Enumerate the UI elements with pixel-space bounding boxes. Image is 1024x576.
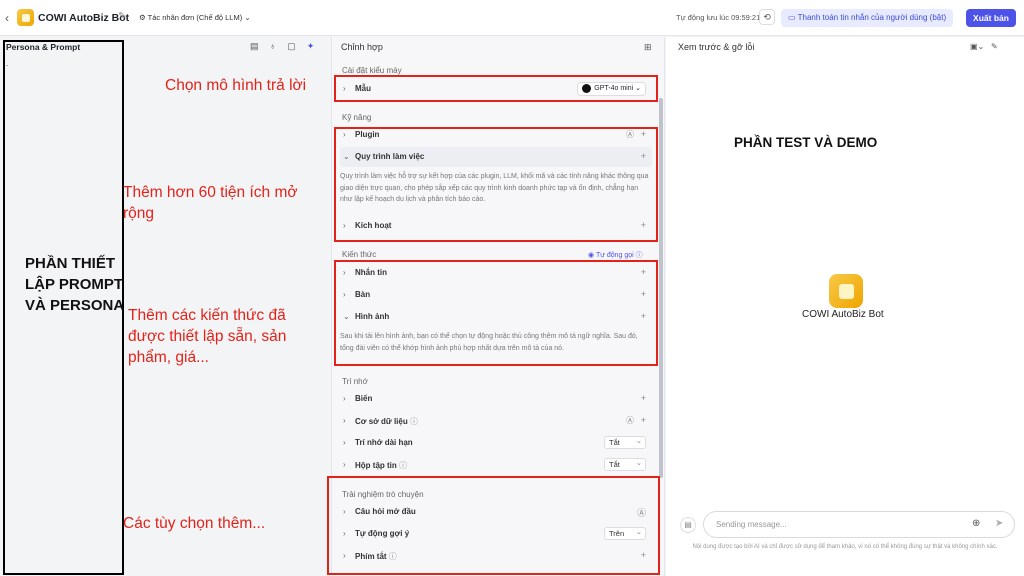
top-bar: ‹ COWI AutoBiz Bot ✎ ⚙ Tác nhân đơn (Chế… bbox=[0, 0, 1024, 36]
publish-button[interactable]: Xuất bản bbox=[966, 9, 1016, 27]
auto-icon[interactable]: Ⓐ bbox=[626, 415, 634, 426]
sync-button[interactable]: ▭ Thanh toán tin nhắn của người dùng (bậ… bbox=[781, 9, 954, 27]
highlight-knowledge bbox=[334, 260, 658, 366]
highlight-skills bbox=[334, 127, 658, 242]
preview-bot-name: COWI AutoBiz Bot bbox=[802, 309, 884, 320]
chevron-left-icon[interactable]: ‹ bbox=[5, 11, 9, 25]
annotation-more: Các tùy chọn thêm... bbox=[123, 515, 266, 532]
auto-suggest-label: Tự động gọi bbox=[595, 252, 634, 259]
annotation-knowledge: Thêm các kiến thức đã được thiết lập sẵn… bbox=[128, 307, 287, 366]
bulb-icon[interactable]: ♁ bbox=[270, 41, 288, 51]
filebox-select[interactable]: Tắt bbox=[604, 457, 646, 471]
sync-label: Thanh toán tin nhắn của người dùng (bật) bbox=[797, 13, 947, 22]
grid-icon[interactable]: ⊞ bbox=[644, 42, 652, 53]
long-memory-row[interactable]: › Trí nhớ dài hạn Tắt bbox=[340, 433, 652, 453]
send-icon[interactable]: ➤ bbox=[995, 518, 1003, 529]
auto-suggest-icon: ◉ bbox=[588, 252, 596, 259]
ai-disclaimer: Nội dung được tạo bởi AI và chỉ được sử … bbox=[692, 544, 998, 550]
message-placeholder: Sending message... bbox=[716, 520, 787, 529]
sparkle-icon[interactable]: ✦ bbox=[307, 41, 326, 51]
model-section: Cài đặt kiểu máy bbox=[342, 66, 402, 75]
info-icon: ⓘ bbox=[409, 417, 418, 426]
filebox-text: Hộp tập tin bbox=[355, 461, 397, 470]
annotation-model: Chọn mô hình trả lời bbox=[165, 77, 307, 94]
chevron-down-icon: ⌄ bbox=[244, 13, 251, 22]
chevron-right-icon: › bbox=[343, 394, 346, 403]
edit-icon[interactable]: ✎ bbox=[118, 11, 126, 22]
bot-avatar bbox=[829, 274, 863, 308]
filebox-label: Hộp tập tin ⓘ bbox=[355, 460, 407, 471]
history-icon[interactable]: ⟲ bbox=[759, 9, 775, 25]
attachment-icon[interactable]: ▤ bbox=[680, 517, 696, 533]
mode-label: Tác nhân đơn (Chế độ LLM) bbox=[147, 13, 243, 22]
chevron-right-icon: › bbox=[343, 460, 346, 469]
preview-panel: Xem trước & gỡ lỗi ▣⌄ ✎ PHẦN TEST VÀ DEM… bbox=[666, 37, 1024, 576]
bot-logo bbox=[17, 9, 34, 26]
config-scrollbar[interactable] bbox=[659, 98, 663, 478]
message-input[interactable]: Sending message... ⊕ ➤ bbox=[703, 511, 1015, 538]
variables-label: Biến bbox=[355, 394, 373, 403]
database-text: Cơ sở dữ liệu bbox=[355, 417, 408, 426]
persona-overlay-label: PHẦN THIẾT LẬP PROMPT VÀ PERSONA bbox=[25, 255, 125, 314]
brush-icon[interactable]: ✎ bbox=[991, 42, 998, 51]
mode-select[interactable]: ⚙ Tác nhân đơn (Chế độ LLM) ⌄ bbox=[135, 10, 255, 26]
add-database-icon[interactable]: + bbox=[641, 415, 646, 425]
annotation-skills: Thêm hơn 60 tiện ích mở rộng bbox=[123, 184, 298, 222]
add-icon[interactable]: ⊕ bbox=[972, 518, 980, 529]
view-icon[interactable]: ▣⌄ bbox=[970, 42, 984, 51]
mode-icon: ⚙ bbox=[139, 13, 148, 22]
bot-name: COWI AutoBiz Bot bbox=[38, 12, 130, 24]
prompt-editor[interactable]: . bbox=[6, 59, 8, 68]
persona-panel: Persona & Prompt . ▤♁▢✦ PHẦN THIẾT LẬP P… bbox=[0, 37, 330, 576]
skills-section: Kỹ năng bbox=[342, 113, 372, 122]
knowledge-section: Kiến thức bbox=[342, 250, 377, 259]
database-row[interactable]: › Cơ sở dữ liệu ⓘ Ⓐ + bbox=[340, 411, 652, 431]
add-variable-icon[interactable]: + bbox=[641, 393, 646, 403]
database-label: Cơ sở dữ liệu ⓘ bbox=[355, 416, 418, 427]
chevron-right-icon: › bbox=[343, 438, 346, 447]
test-overlay-label: PHẦN TEST VÀ DEMO bbox=[734, 135, 878, 150]
chevron-right-icon: › bbox=[343, 416, 346, 425]
memory-section: Trí nhớ bbox=[342, 377, 368, 386]
long-memory-label: Trí nhớ dài hạn bbox=[355, 438, 413, 447]
preview-title: Xem trước & gỡ lỗi bbox=[678, 42, 755, 52]
highlight-model bbox=[334, 75, 658, 102]
library-icon[interactable]: ▤ bbox=[250, 41, 270, 51]
info-icon: ⓘ bbox=[399, 461, 408, 470]
persona-title: Persona & Prompt bbox=[6, 42, 81, 52]
long-memory-select[interactable]: Tắt bbox=[604, 435, 646, 449]
preview-toolbar: ▣⌄ ✎ bbox=[970, 42, 998, 51]
highlight-more bbox=[327, 476, 660, 575]
layout-icon[interactable]: ▢ bbox=[287, 41, 307, 51]
autosave-status: Tự động lưu lúc 09:59:21 bbox=[676, 13, 761, 22]
config-title: Chỉnh hợp bbox=[341, 42, 383, 52]
persona-toolbar: ▤♁▢✦ bbox=[250, 41, 325, 52]
filebox-row[interactable]: › Hộp tập tin ⓘ Tắt bbox=[340, 455, 652, 475]
monitor-icon: ▭ bbox=[788, 13, 798, 22]
auto-suggest-toggle[interactable]: ◉ Tự động gọi ⓘ bbox=[588, 250, 643, 260]
variables-row[interactable]: › Biến + bbox=[340, 389, 652, 409]
